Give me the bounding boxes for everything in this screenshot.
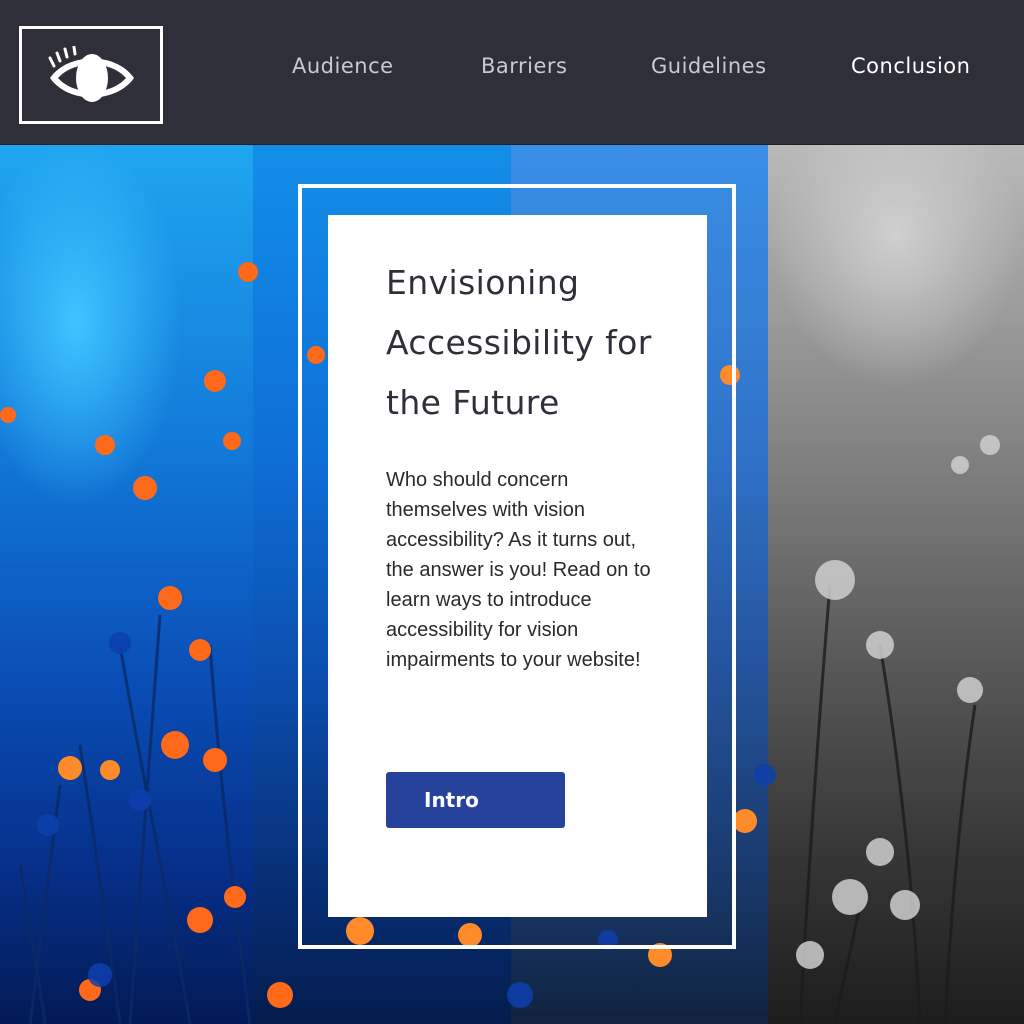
intro-text: Who should concern themselves with visio… (386, 469, 651, 671)
intro-button[interactable]: Intro (386, 772, 565, 828)
intro-card: Envisioning Accessibility for the Future… (328, 215, 707, 917)
site-header: Audience Barriers Guidelines Conclusion (0, 0, 1024, 145)
page-title: Envisioning Accessibility for the Future (386, 263, 652, 422)
nav-item-barriers[interactable]: Barriers (481, 54, 568, 78)
nav-item-audience[interactable]: Audience (292, 54, 394, 78)
hero-background: Envisioning Accessibility for the Future… (0, 145, 1024, 1024)
nav-item-guidelines[interactable]: Guidelines (651, 54, 767, 78)
nav-item-conclusion[interactable]: Conclusion (851, 54, 970, 78)
main-nav: Audience Barriers Guidelines Conclusion (0, 54, 1024, 84)
